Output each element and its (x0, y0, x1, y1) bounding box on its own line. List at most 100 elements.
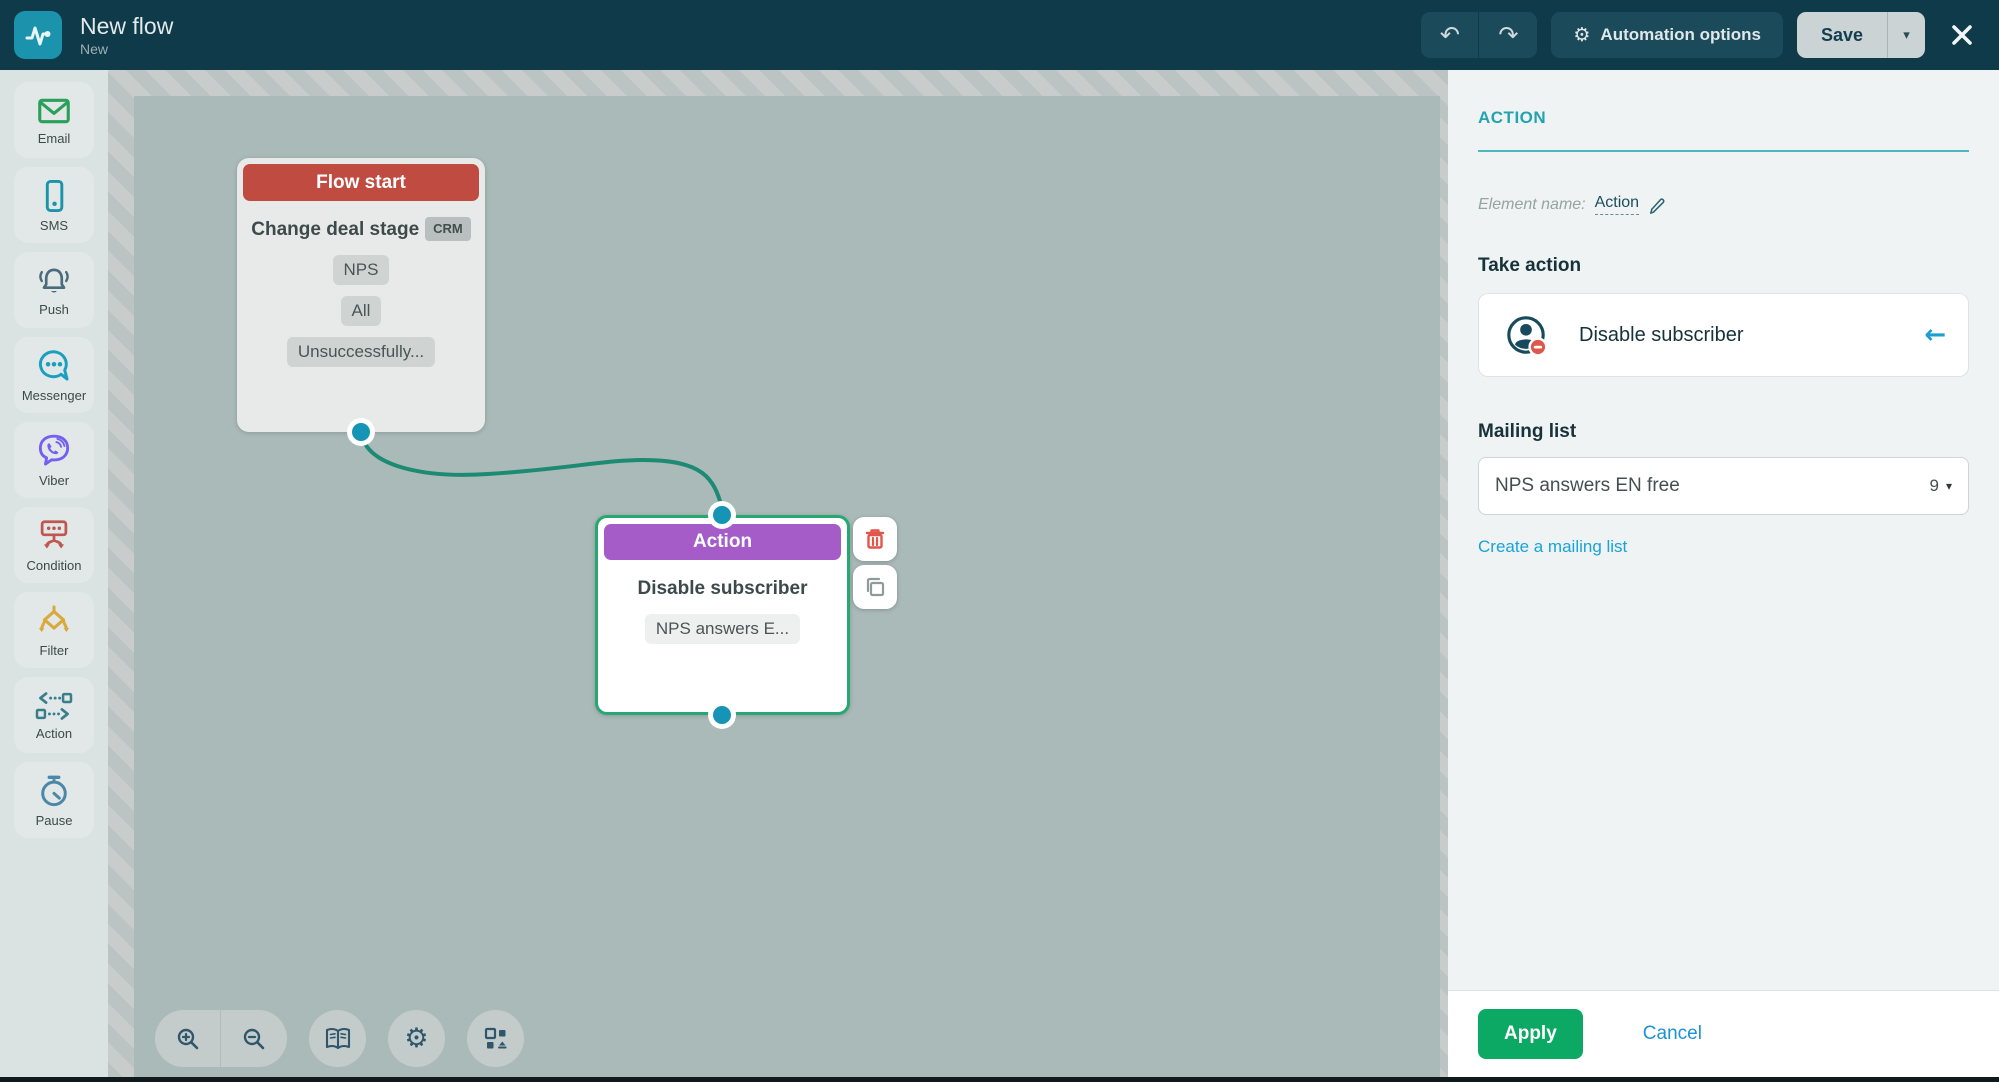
redo-button[interactable]: ↷ (1479, 12, 1537, 58)
crm-badge: CRM (425, 217, 471, 241)
action-node-badge: NPS answers E... (645, 614, 800, 644)
action-icon (34, 689, 74, 723)
disable-subscriber-icon (1501, 310, 1551, 360)
automation-options-button[interactable]: ⚙ Automation options (1551, 12, 1783, 58)
save-button[interactable]: Save (1797, 12, 1887, 58)
chevron-down-icon: ▾ (1946, 479, 1952, 493)
sidebar-item-viber[interactable]: Viber (14, 422, 94, 498)
sidebar-item-email[interactable]: Email (14, 82, 94, 158)
pulse-icon (22, 19, 54, 51)
action-node-header: Action (604, 524, 841, 560)
close-icon (1949, 22, 1975, 48)
chevron-down-icon: ▾ (1903, 28, 1910, 43)
viber-icon (35, 432, 73, 470)
zoom-in-button[interactable] (155, 1010, 221, 1067)
gear-icon: ⚙ (1573, 24, 1590, 46)
flow-start-badge-stage: Unsuccessfully... (287, 337, 435, 367)
action-node-output-connector[interactable] (713, 706, 731, 724)
flow-start-badge-all: All (341, 296, 382, 326)
settings-panel: ACTION Element name: Action Take action (1448, 70, 1999, 1082)
undo-redo-group: ↶ ↷ (1421, 12, 1537, 58)
save-dropdown-button[interactable]: ▾ (1887, 12, 1925, 58)
gear-icon: ⚙ (404, 1023, 428, 1054)
sidebar-item-label: Action (36, 726, 72, 741)
messenger-icon (35, 347, 73, 385)
window-bottom-edge (0, 1077, 1999, 1082)
zoom-out-button[interactable] (221, 1010, 287, 1067)
panel-divider (1478, 150, 1969, 152)
push-bell-icon (34, 263, 74, 299)
flow-start-title-text: Change deal stage (251, 219, 419, 240)
pause-timer-icon (35, 772, 73, 810)
selected-action-card[interactable]: Disable subscriber ← (1478, 293, 1969, 377)
sidebar-item-pause[interactable]: Pause (14, 762, 94, 838)
flow-start-output-connector[interactable] (352, 423, 370, 441)
zoom-in-icon (175, 1026, 201, 1052)
sidebar-item-filter[interactable]: Filter (14, 592, 94, 668)
sidebar-item-sms[interactable]: SMS (14, 167, 94, 243)
sidebar-item-label: Messenger (22, 388, 86, 403)
zoom-control-group (155, 1010, 287, 1067)
element-name-value[interactable]: Action (1595, 194, 1639, 215)
sidebar-item-label: Pause (36, 813, 73, 828)
sidebar-item-label: Push (39, 302, 69, 317)
cancel-button[interactable]: Cancel (1643, 1023, 1702, 1045)
action-node-title: Disable subscriber (612, 576, 833, 603)
flow-start-node[interactable]: Flow start Change deal stage CRM NPS All … (237, 158, 485, 432)
copy-icon (864, 576, 886, 598)
element-name-row: Element name: Action (1478, 194, 1969, 215)
take-action-label: Take action (1478, 255, 1969, 277)
canvas-settings-button[interactable]: ⚙ (388, 1010, 445, 1067)
canvas-controls: ⚙ (155, 1010, 524, 1067)
sidebar-item-messenger[interactable]: Messenger (14, 337, 94, 413)
app-logo (14, 11, 62, 59)
close-button[interactable] (1949, 22, 1975, 48)
create-mailing-list-link[interactable]: Create a mailing list (1478, 537, 1627, 557)
apply-button[interactable]: Apply (1478, 1009, 1583, 1059)
flow-canvas[interactable]: Flow start Change deal stage CRM NPS All … (108, 70, 1448, 1082)
action-node-input-connector[interactable] (713, 506, 731, 524)
sidebar-item-condition[interactable]: Condition (14, 507, 94, 583)
edit-pencil-icon[interactable] (1648, 196, 1666, 214)
sidebar-item-push[interactable]: Push (14, 252, 94, 328)
topbar-actions: ↶ ↷ ⚙ Automation options Save ▾ (1421, 12, 1975, 58)
delete-node-button[interactable] (853, 517, 897, 561)
back-arrow-icon[interactable]: ← (1924, 320, 1946, 350)
mailing-list-label: Mailing list (1478, 421, 1969, 443)
element-name-label: Element name: (1478, 196, 1586, 214)
panel-heading: ACTION (1478, 108, 1969, 128)
flow-start-node-body: Change deal stage CRM NPS All Unsuccessfu… (237, 207, 485, 377)
flow-titles: New flow New (80, 13, 173, 57)
mailing-list-value: NPS answers EN free (1495, 475, 1680, 497)
duplicate-node-button[interactable] (853, 565, 897, 609)
trash-icon (864, 527, 886, 551)
redo-icon: ↷ (1498, 21, 1518, 49)
mailing-list-meta: 9 ▾ (1930, 476, 1953, 496)
flow-subtitle: New (80, 41, 173, 57)
sidebar-item-action[interactable]: Action (14, 677, 94, 753)
flow-start-node-title: Change deal stage CRM (251, 217, 471, 244)
sms-phone-icon (36, 177, 72, 215)
mailing-list-select[interactable]: NPS answers EN free 9 ▾ (1478, 457, 1969, 515)
book-icon (324, 1026, 352, 1052)
action-card-label: Disable subscriber (1579, 324, 1744, 347)
sidebar-item-label: Email (38, 131, 71, 146)
save-split-button: Save ▾ (1797, 12, 1925, 58)
flow-title: New flow (80, 13, 173, 39)
sidebar-item-label: SMS (40, 218, 68, 233)
filter-icon (34, 602, 74, 640)
flow-start-node-header: Flow start (243, 164, 479, 201)
sidebar-item-label: Condition (27, 558, 82, 573)
condition-icon (35, 517, 73, 555)
element-sidebar: Email SMS Push Me (0, 70, 108, 1082)
automation-options-label: Automation options (1600, 25, 1761, 45)
email-icon (35, 94, 73, 128)
undo-button[interactable]: ↶ (1421, 12, 1479, 58)
flow-map-button[interactable] (467, 1010, 524, 1067)
panel-footer: Apply Cancel (1448, 990, 1999, 1077)
guide-button[interactable] (309, 1010, 366, 1067)
mailing-list-count: 9 (1930, 476, 1939, 496)
flow-start-badge-nps: NPS (333, 255, 390, 285)
action-node-selected[interactable]: Action Disable subscriber NPS answers E.… (595, 515, 850, 715)
undo-icon: ↶ (1440, 21, 1460, 49)
